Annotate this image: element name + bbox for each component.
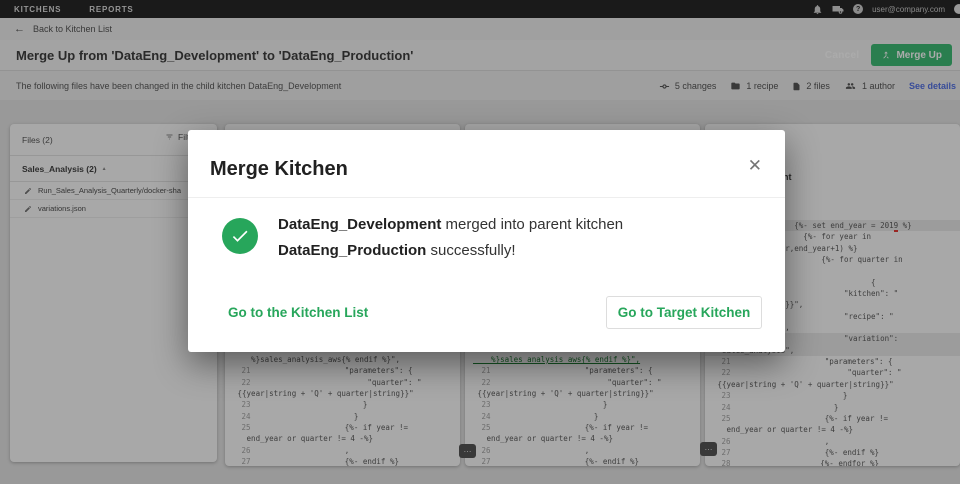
close-icon[interactable]: ✕ — [748, 156, 762, 176]
success-check-icon — [222, 218, 258, 254]
go-to-kitchen-list-link[interactable]: Go to the Kitchen List — [228, 305, 368, 320]
modal-title: Merge Kitchen — [210, 158, 348, 181]
success-message: DataEng_Development merged into parent k… — [278, 212, 718, 264]
modal-divider — [188, 197, 785, 198]
merge-kitchen-modal: Merge Kitchen ✕ DataEng_Development merg… — [188, 130, 785, 352]
go-to-target-kitchen-button[interactable]: Go to Target Kitchen — [606, 296, 762, 329]
